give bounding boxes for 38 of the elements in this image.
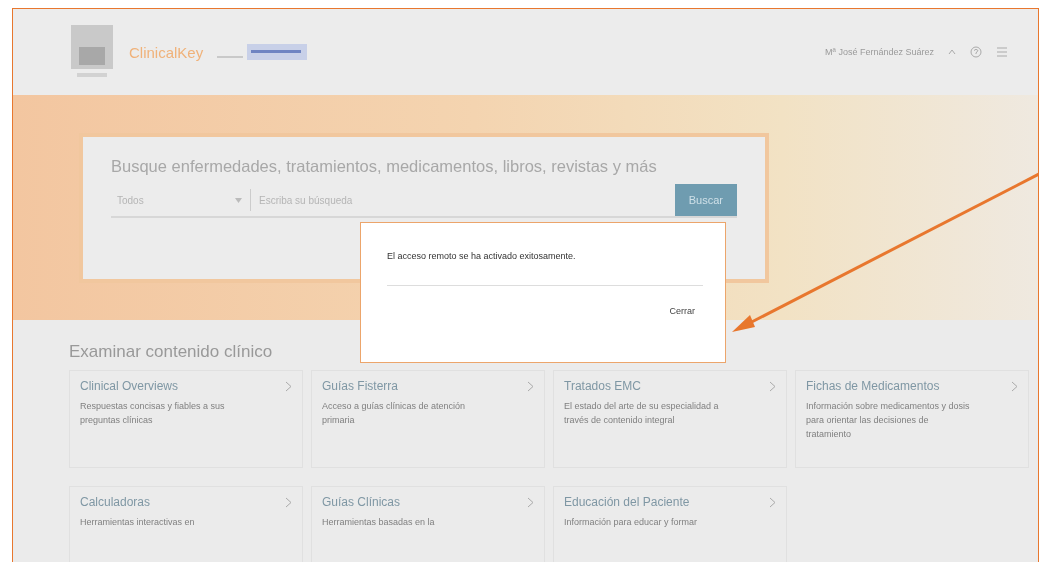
chevron-right-icon bbox=[285, 496, 292, 508]
content-card[interactable]: Fichas de Medicamentos Información sobre medicamentos y dosis para orientar las decisiones de tratamiento bbox=[795, 370, 1029, 468]
card-description: Respuestas concisas y fiables a sus preguntas clínicas bbox=[80, 400, 226, 427]
caret-icon bbox=[235, 197, 242, 203]
card-title: Calculadoras bbox=[80, 495, 151, 509]
chevron-icon[interactable] bbox=[948, 48, 956, 56]
content-card[interactable]: Clinical Overviews Respuestas concisas y fiables a sus preguntas clínicas bbox=[69, 370, 303, 468]
card-title: Educación del Paciente bbox=[564, 495, 690, 509]
card-title: Fichas de Medicamentos bbox=[806, 379, 940, 393]
card-description: Herramientas basadas en la bbox=[322, 516, 436, 529]
close-button[interactable]: Cerrar bbox=[661, 304, 703, 318]
chevron-right-icon bbox=[769, 496, 776, 508]
menu-icon[interactable] bbox=[996, 46, 1008, 58]
card-description: Acceso a guías clínicas de atención primaria bbox=[322, 400, 467, 427]
chevron-right-icon bbox=[285, 380, 292, 392]
content-card[interactable]: Guías Clínicas Herramientas basadas en la bbox=[311, 486, 545, 562]
search-heading: Busque enfermedades, tratamientos, medicamentos, libros, revistas y más bbox=[111, 157, 658, 176]
card-description: Información para educar y formar bbox=[564, 516, 699, 529]
content-card[interactable]: Guías Fisterra Acceso a guías clínicas de atención primaria bbox=[311, 370, 545, 468]
card-description: Herramientas interactivas en bbox=[80, 516, 196, 529]
user-name[interactable]: Mª José Fernández Suárez bbox=[825, 47, 934, 57]
card-description: Información sobre medicamentos y dosis para orientar las decisiones de tratamiento bbox=[806, 400, 971, 441]
card-title: Tratados EMC bbox=[564, 379, 641, 393]
help-icon[interactable] bbox=[970, 46, 982, 58]
content-card[interactable]: Tratados EMC El estado del arte de su especialidad a través de contenido integral bbox=[553, 370, 787, 468]
chevron-right-icon bbox=[769, 380, 776, 392]
content-card[interactable]: Calculadoras Herramientas interactivas en bbox=[69, 486, 303, 562]
card-title: Guías Clínicas bbox=[322, 495, 401, 509]
section-heading: Examinar contenido clínico bbox=[69, 342, 273, 362]
dialog-message: El acceso remoto se ha activado exitosamente. bbox=[387, 251, 703, 286]
search-button[interactable]: Buscar bbox=[674, 184, 737, 216]
card-title: Guías Fisterra bbox=[322, 379, 399, 393]
card-title: Clinical Overviews bbox=[80, 379, 179, 393]
chevron-right-icon bbox=[527, 496, 534, 508]
chevron-right-icon bbox=[1011, 380, 1018, 392]
card-description: El estado del arte de su especialidad a través de contenido integral bbox=[564, 400, 720, 427]
content-card[interactable]: Educación del Paciente Información para educar y formar bbox=[553, 486, 787, 562]
chevron-right-icon bbox=[527, 380, 534, 392]
